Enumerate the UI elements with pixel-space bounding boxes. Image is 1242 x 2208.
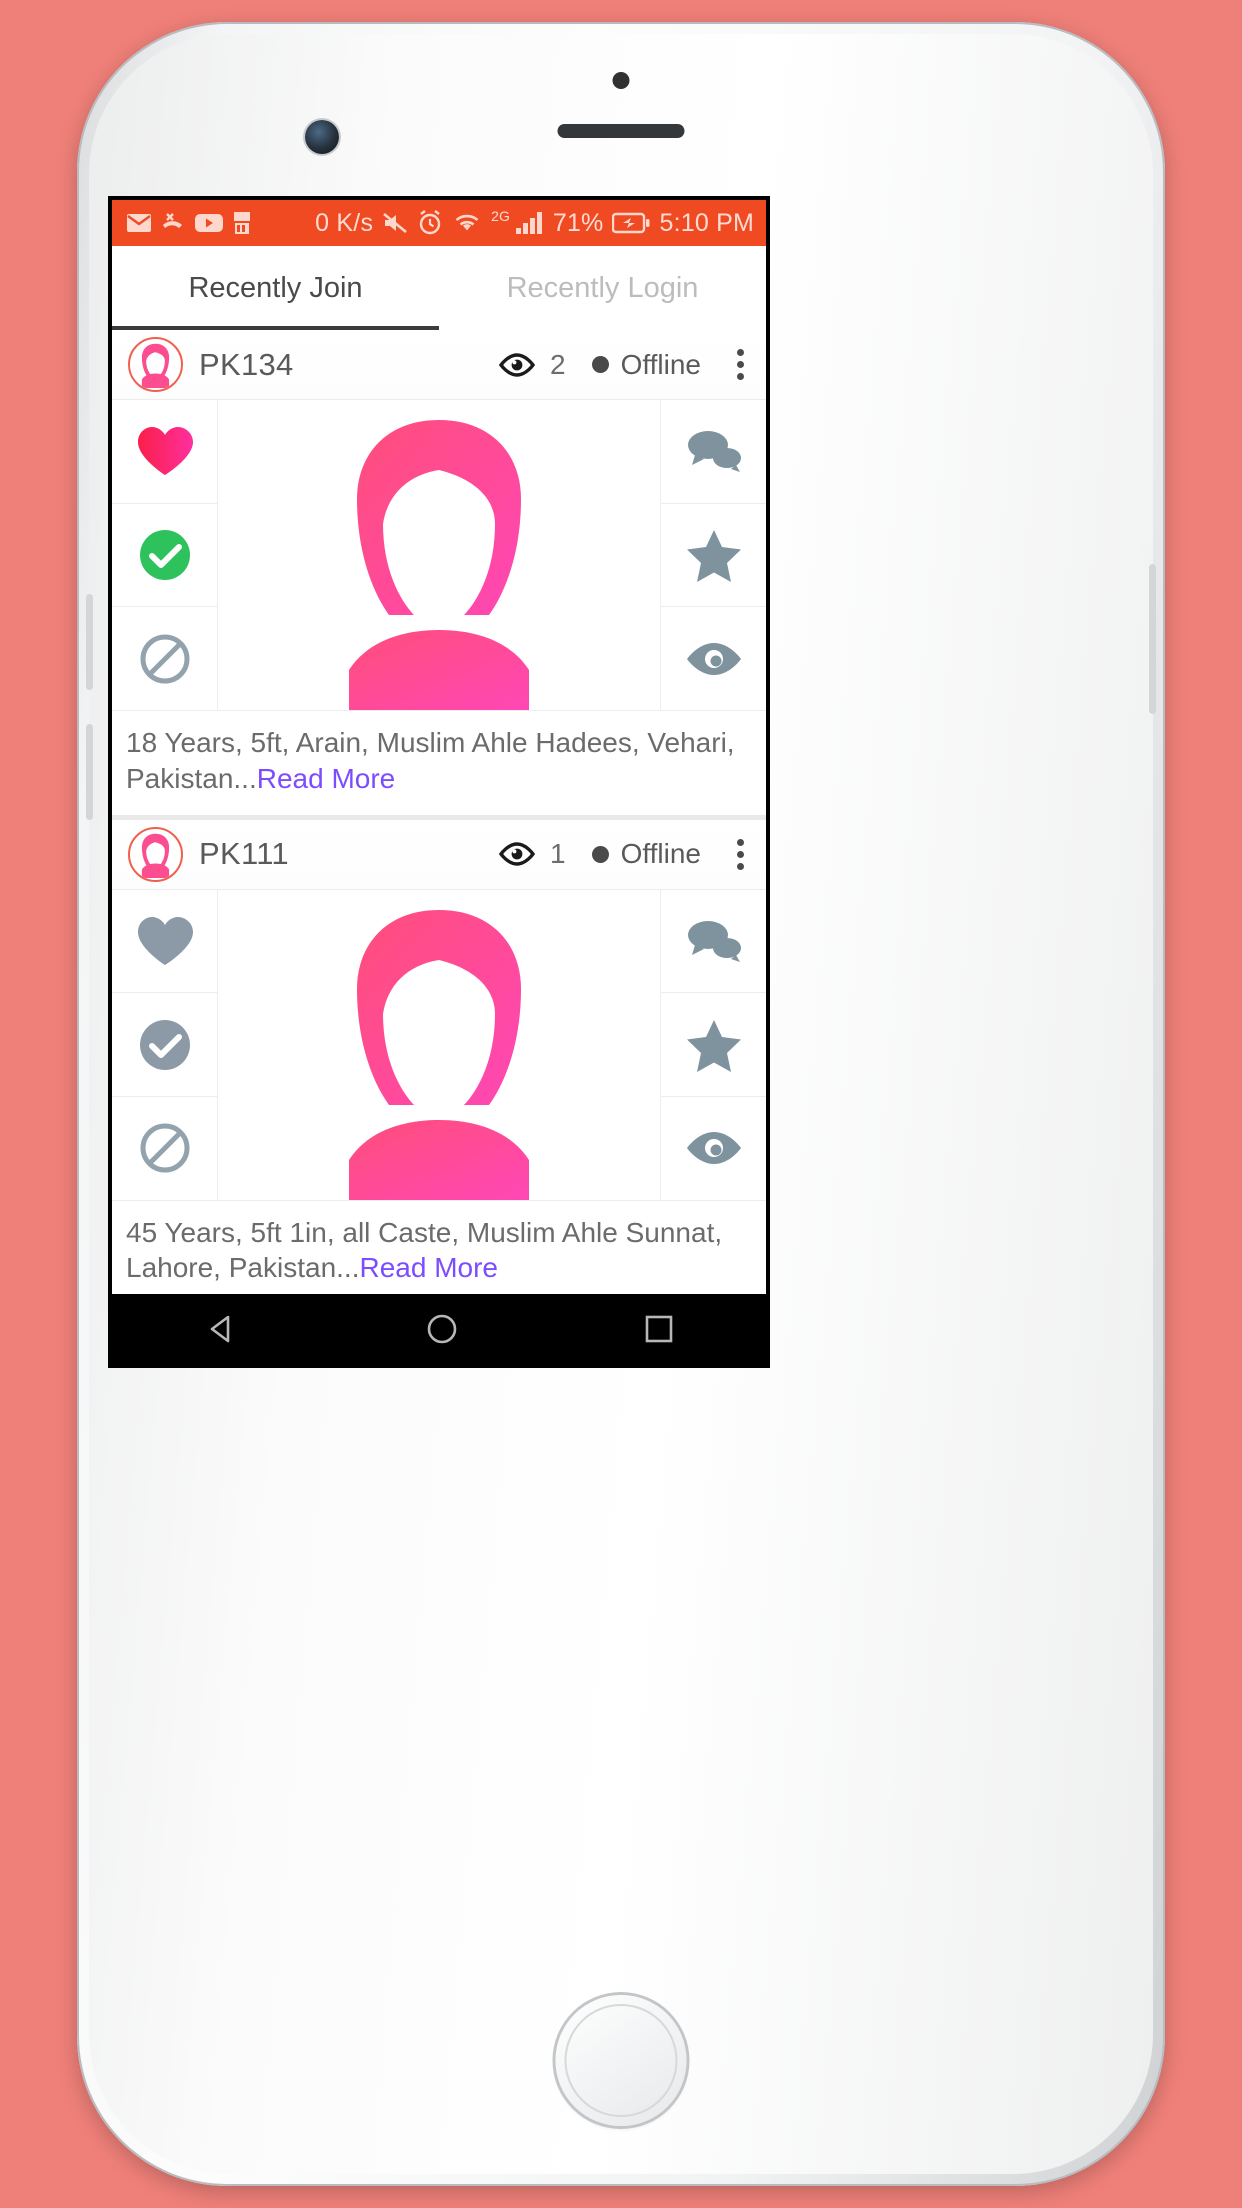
profile-photo-illustration <box>349 420 529 710</box>
favorite-star-icon <box>686 530 741 582</box>
home-circle-icon[interactable] <box>425 1312 459 1346</box>
back-triangle-icon[interactable] <box>204 1311 240 1347</box>
profile-photo[interactable] <box>218 889 660 1200</box>
home-button[interactable] <box>555 1995 687 2126</box>
block-icon <box>140 634 189 684</box>
read-more-link[interactable]: Read More <box>257 763 396 794</box>
volume-down-button[interactable] <box>86 724 93 820</box>
right-action-column <box>660 400 766 710</box>
earpiece-speaker <box>557 124 685 138</box>
battery-percent-label: 71% <box>552 208 604 237</box>
block-button[interactable] <box>112 1097 217 1200</box>
avatar-illustration <box>141 833 170 878</box>
left-action-column <box>112 400 218 710</box>
status-bar: 0 K/s 2G 71% 5:10 PM <box>112 200 766 246</box>
view-profile-eye-icon <box>686 642 741 675</box>
status-badge: Offline <box>620 348 701 380</box>
views-count: 1 <box>550 838 566 870</box>
mute-icon <box>383 212 407 234</box>
status-badge: Offline <box>620 838 701 870</box>
front-camera <box>305 120 339 154</box>
block-icon <box>140 1123 189 1173</box>
profile-card-body <box>112 400 766 710</box>
avatar[interactable] <box>128 826 183 882</box>
profile-card-header: PK111 1 Offline <box>112 819 766 890</box>
profile-card-header-right: 1 Offline <box>498 833 754 876</box>
views-count: 2 <box>550 348 566 380</box>
chat-button[interactable] <box>661 890 766 994</box>
profile-card-header: PK134 2 Offline <box>112 330 766 400</box>
arabic-app-icon <box>234 212 250 234</box>
android-nav-bar <box>112 1294 766 1364</box>
profile-card[interactable]: PK134 2 Offline 18 Years, 5ft, Arain, Mu… <box>112 330 766 815</box>
tab-recently-join[interactable]: Recently Join <box>112 246 439 330</box>
recents-square-icon[interactable] <box>644 1314 674 1344</box>
clock-label: 5:10 PM <box>659 208 754 237</box>
avatar[interactable] <box>128 337 183 392</box>
tab-bar: Recently Join Recently Login <box>112 246 766 330</box>
tab-recently-login[interactable]: Recently Login <box>439 246 766 330</box>
chat-icon <box>687 920 741 962</box>
favorite-button[interactable] <box>661 993 766 1097</box>
tab-recently-join-label: Recently Join <box>188 271 363 304</box>
profile-description: 18 Years, 5ft, Arain, Muslim Ahle Hadees… <box>112 710 766 815</box>
status-bar-right-icons: 0 K/s 2G 71% 5:10 PM <box>315 208 754 238</box>
profile-description: 45 Years, 5ft 1in, all Caste, Muslim Ahl… <box>112 1199 766 1294</box>
youtube-icon <box>195 214 223 232</box>
favorite-button[interactable] <box>661 504 766 608</box>
like-button[interactable] <box>112 400 217 504</box>
status-bar-left-icons <box>126 211 252 235</box>
app-screen: 0 K/s 2G 71% 5:10 PM Recently Join Recen… <box>112 200 766 1364</box>
phone-screen: 0 K/s 2G 71% 5:10 PM Recently Join Recen… <box>108 196 770 1368</box>
network-type-label: 2G <box>491 208 510 224</box>
signal-bars-icon <box>515 212 542 234</box>
profile-card[interactable]: PK111 1 Offline 45 Years, 5ft 1in, all C… <box>112 819 766 1294</box>
chat-icon <box>687 431 741 473</box>
profile-list[interactable]: PK134 2 Offline 18 Years, 5ft, Arain, Mu… <box>112 330 766 1294</box>
favorite-star-icon <box>686 1019 741 1072</box>
view-profile-button[interactable] <box>661 1097 766 1200</box>
power-button[interactable] <box>1149 564 1156 714</box>
accept-check-icon <box>139 1019 190 1070</box>
read-more-link[interactable]: Read More <box>359 1252 498 1283</box>
profile-photo[interactable] <box>218 400 660 710</box>
like-heart-icon <box>137 916 193 965</box>
battery-charging-icon <box>612 212 650 234</box>
views-eye-icon <box>498 352 536 377</box>
profile-photo-illustration <box>349 909 529 1200</box>
profile-card-header-right: 2 Offline <box>498 343 754 386</box>
views-eye-icon <box>498 842 536 866</box>
like-button[interactable] <box>112 890 217 994</box>
card-overflow-menu-icon[interactable] <box>727 833 754 876</box>
avatar-illustration <box>141 343 170 388</box>
view-profile-button[interactable] <box>661 607 766 710</box>
status-indicator-dot <box>591 356 609 373</box>
chat-button[interactable] <box>661 400 766 504</box>
profile-description-text: 18 Years, 5ft, Arain, Muslim Ahle Hadees… <box>126 727 735 794</box>
network-speed-label: 0 K/s <box>315 208 374 237</box>
alarm-icon <box>419 210 441 235</box>
missed-call-icon <box>163 213 182 228</box>
volume-up-button[interactable] <box>86 594 93 690</box>
tab-recently-login-label: Recently Login <box>506 271 699 304</box>
block-button[interactable] <box>112 607 217 710</box>
profile-card-body <box>112 889 766 1200</box>
sensor-dot <box>612 72 630 89</box>
view-profile-eye-icon <box>686 1132 741 1165</box>
accept-button[interactable] <box>112 993 217 1097</box>
right-action-column <box>660 889 766 1200</box>
like-heart-icon <box>137 427 193 476</box>
card-overflow-menu-icon[interactable] <box>727 343 754 386</box>
accept-check-icon <box>139 530 190 580</box>
profile-username: PK134 <box>199 346 294 382</box>
status-indicator-dot <box>591 845 609 863</box>
left-action-column <box>112 889 218 1200</box>
accept-button[interactable] <box>112 504 217 608</box>
profile-username: PK111 <box>199 836 289 872</box>
mail-icon <box>127 214 151 232</box>
wifi-icon <box>455 214 479 231</box>
